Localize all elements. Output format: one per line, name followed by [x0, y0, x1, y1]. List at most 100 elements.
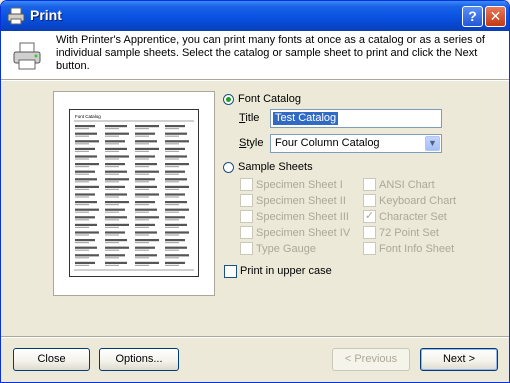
preview-sample-line: [105, 132, 129, 135]
printer-icon: [7, 7, 25, 25]
specimen-sheet-4-label: Specimen Sheet IV: [256, 227, 351, 239]
preview-sample-line: [105, 170, 127, 173]
preview-caption-line: [105, 181, 119, 183]
preview-sample-line: [135, 201, 155, 204]
72-point-set-label: 72 Point Set: [379, 227, 439, 239]
sample-sheets-label: Sample Sheets: [238, 161, 313, 173]
preview-caption-line: [135, 128, 149, 130]
preview-sample-line: [135, 132, 155, 135]
preview-caption-line: [165, 242, 179, 244]
font-catalog-radio[interactable]: [223, 94, 234, 105]
preview-caption-line: [165, 219, 179, 221]
previous-button[interactable]: < Previous: [332, 348, 410, 371]
preview-sample-line: [165, 208, 189, 211]
title-input[interactable]: Test Catalog: [270, 109, 442, 128]
preview-caption-line: [75, 188, 89, 190]
preview-sample-line: [165, 140, 189, 143]
upper-case-label: Print in upper case: [240, 265, 332, 277]
style-select[interactable]: Four Column Catalog ▼: [270, 134, 442, 153]
preview-sample-line: [105, 185, 125, 188]
preview-sample-line: [75, 254, 99, 257]
ansi-chart-checkbox[interactable]: [363, 178, 376, 191]
specimen-sheet-3-checkbox[interactable]: [240, 210, 253, 223]
preview-caption-line: [105, 249, 119, 251]
preview-caption-line: [165, 226, 179, 228]
sample-sheets-radio[interactable]: [223, 162, 234, 173]
preview-content: Font Catalog: [74, 114, 194, 271]
close-button[interactable]: Close: [13, 348, 90, 371]
keyboard-chart-checkbox[interactable]: [363, 194, 376, 207]
preview-sample-line: [165, 201, 187, 204]
preview-sample-line: [105, 147, 127, 150]
preview-sample-line: [105, 208, 125, 211]
preview-sample-line: [105, 201, 129, 204]
window-title: Print: [30, 7, 62, 23]
preview-sample-line: [165, 185, 189, 188]
preview-caption-line: [135, 150, 149, 152]
preview-caption-line: [75, 150, 89, 152]
preview-sample-line: [75, 132, 97, 135]
preview-caption-line: [75, 204, 89, 206]
preview-sample-line: [135, 239, 159, 242]
preview-caption-line: [105, 196, 119, 198]
preview-caption-line: [75, 166, 89, 168]
preview-sample-line: [105, 223, 129, 226]
preview-caption-line: [135, 166, 149, 168]
preview-caption-line: [75, 257, 89, 259]
preview-caption-line: [75, 158, 89, 160]
character-set-label: Character Set: [379, 211, 447, 223]
preview-sample-line: [165, 125, 185, 128]
check-icon: ✓: [364, 210, 375, 222]
preview-sample-line: [165, 155, 187, 158]
specimen-sheet-2-label: Specimen Sheet II: [256, 195, 346, 207]
character-set-checkbox[interactable]: ✓: [363, 210, 376, 223]
preview-sample-line: [135, 231, 157, 234]
chevron-down-icon[interactable]: ▼: [425, 136, 440, 151]
preview-sample-line: [135, 254, 157, 257]
preview-sample-line: [75, 125, 95, 128]
preview-caption-line: [165, 143, 179, 145]
type-gauge-checkbox[interactable]: [240, 242, 253, 255]
options-button[interactable]: Options...: [99, 348, 179, 371]
upper-case-checkbox[interactable]: [224, 265, 237, 278]
next-button[interactable]: Next >: [420, 348, 498, 371]
title-input-value: Test Catalog: [273, 112, 339, 125]
preview-sample-line: [135, 223, 155, 226]
preview-caption-line: [135, 143, 149, 145]
preview-caption-line: [105, 173, 119, 175]
preview-caption-line: [135, 158, 149, 160]
preview-caption-line: [105, 257, 119, 259]
preview-caption-line: [105, 135, 119, 137]
specimen-sheet-1-checkbox[interactable]: [240, 178, 253, 191]
preview-caption-line: [105, 166, 119, 168]
font-info-sheet-checkbox[interactable]: [363, 242, 376, 255]
specimen-sheet-4-checkbox[interactable]: [240, 226, 253, 239]
preview-caption-line: [75, 249, 89, 251]
preview-caption-line: [75, 219, 89, 221]
close-window-button[interactable]: ✕: [485, 6, 506, 27]
help-button[interactable]: ?: [462, 6, 483, 27]
printer-icon: [13, 42, 41, 70]
preview-caption-line: [135, 249, 149, 251]
preview-sample-line: [135, 246, 155, 249]
72-point-set-checkbox[interactable]: [363, 226, 376, 239]
preview-sample-line: [75, 201, 97, 204]
preview-caption-line: [135, 196, 149, 198]
preview-title: Font Catalog: [75, 114, 101, 119]
header-divider: [1, 79, 509, 81]
preview-caption-line: [165, 249, 179, 251]
preview-sample-line: [75, 231, 99, 234]
preview-caption-line: [165, 188, 179, 190]
preview-caption-line: [135, 173, 149, 175]
preview-caption-line: [165, 264, 179, 266]
font-info-sheet-label: Font Info Sheet: [379, 243, 455, 255]
preview-sample-line: [135, 208, 157, 211]
preview-sample-line: [165, 178, 187, 181]
specimen-sheet-2-checkbox[interactable]: [240, 194, 253, 207]
preview-caption-line: [105, 264, 119, 266]
title-bar[interactable]: Print ? ✕: [1, 1, 509, 31]
preview-caption-line: [75, 135, 89, 137]
preview-sample-line: [105, 155, 129, 158]
preview-caption-line: [105, 242, 119, 244]
preview-caption-line: [105, 128, 119, 130]
